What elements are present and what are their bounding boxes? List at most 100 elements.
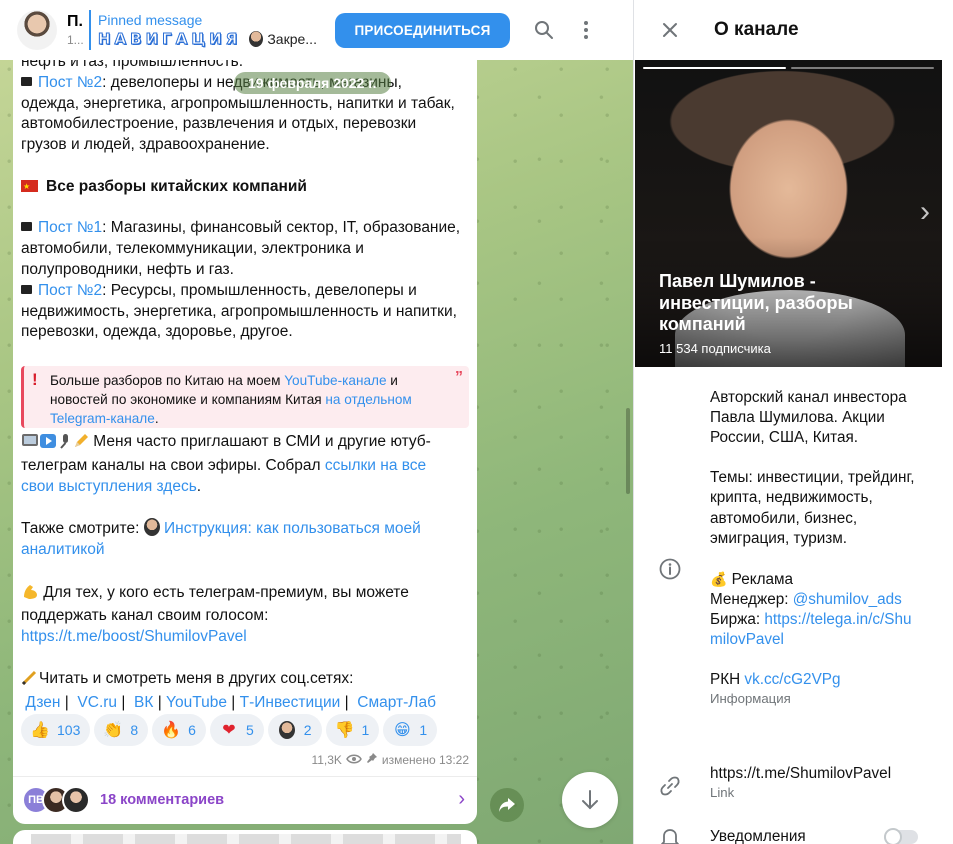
tv-icon	[21, 433, 39, 456]
scroll-down-button[interactable]	[562, 772, 618, 828]
youtube-channel-link[interactable]: YouTube-канале	[284, 373, 386, 388]
channel-full-name: Павел Шумилов - инвестиции, разборы комп…	[659, 271, 853, 334]
pinned-message[interactable]: Pinned message НАВИГАЦИЯ Закре...	[89, 10, 327, 50]
manager-line: Менеджер: @shumilov_ads	[710, 590, 920, 610]
reaction-clap[interactable]: 👏 8	[94, 714, 149, 746]
pinned-nav-text: НАВИГАЦИЯ	[98, 30, 242, 48]
share-icon	[499, 798, 515, 812]
close-icon[interactable]	[658, 18, 682, 42]
reaction-heart[interactable]: ❤ 5	[209, 714, 264, 746]
ads-label: Реклама	[727, 570, 794, 588]
square-icon	[21, 222, 32, 232]
reaction-count: 2	[303, 722, 312, 738]
separator: |	[157, 693, 162, 711]
search-icon[interactable]	[532, 18, 556, 42]
separator: |	[231, 693, 236, 711]
channel-link-row[interactable]: https://t.me/ShumilovPavel Link	[710, 765, 891, 800]
separator: |	[121, 693, 126, 711]
square-icon	[21, 76, 32, 86]
chevron-right-icon[interactable]: ›	[920, 195, 930, 229]
next-message-bubble	[13, 830, 477, 844]
channel-link-value: https://t.me/ShumilovPavel	[710, 765, 892, 782]
premium-text: Для тех, у кого есть телеграм-премиум, в…	[21, 583, 409, 625]
message-bubble: нефть и газ, промышленность. Пост №2: де…	[13, 40, 477, 824]
post2-link[interactable]: Пост №2	[38, 74, 102, 91]
exchange-label: Биржа:	[710, 611, 765, 629]
date-pill: 19 февраля 2022 г.	[234, 72, 391, 94]
thumbs-down-icon: 👎	[334, 722, 355, 739]
pinned-label: Pinned message	[98, 12, 203, 28]
subscribers-count: 11 534 подписчика	[659, 341, 771, 356]
edited-label: изменено 13:22	[381, 752, 469, 767]
link-icon	[658, 774, 682, 798]
chat-scrollbar[interactable]	[626, 408, 630, 494]
author-face-icon	[143, 518, 160, 537]
grin-icon: 😁	[394, 722, 411, 739]
photo-progress-segment	[791, 67, 934, 69]
rkn-label: РКН	[710, 671, 745, 689]
channel-info-panel: О канале › Павел Шумилов - инвестиции, р…	[633, 0, 953, 844]
china-post1-link[interactable]: Пост №1	[38, 219, 102, 236]
pinned-author-emoji	[249, 31, 264, 47]
social-text: Читать и смотреть меня в других соц.сетя…	[39, 669, 354, 687]
media-line: Меня часто приглашают в СМИ и другие юту…	[21, 432, 461, 497]
description-block-2: Темы: инвестиции, трейдинг, крипта, недв…	[710, 469, 915, 547]
pinned-preview: НАВИГАЦИЯ Закре...	[98, 30, 327, 48]
views-count: 11,3K	[311, 752, 342, 767]
channel-avatar[interactable]	[17, 10, 57, 50]
china-heading-line: Все разборы китайских компаний	[21, 177, 461, 198]
social-link-vk[interactable]: ВК	[134, 694, 153, 711]
message-text: нефть и газ, промышленность. Пост №2: де…	[21, 52, 461, 343]
reaction-count: 1	[419, 722, 428, 738]
more-icon[interactable]	[574, 18, 598, 42]
social-link-vc[interactable]: VC.ru	[77, 694, 117, 711]
thumbs-up-icon: 👍	[30, 722, 50, 739]
fire-icon: 🔥	[161, 722, 182, 739]
next-message-preview	[31, 834, 461, 844]
reaction-fire[interactable]: 🔥 6	[152, 714, 206, 746]
reaction-count: 8	[130, 722, 139, 738]
channel-photo[interactable]: › Павел Шумилов - инвестиции, разборы ко…	[635, 60, 942, 367]
manager-link[interactable]: @shumilov_ads	[793, 591, 902, 608]
social-link-tinvest[interactable]: Т-Инвестиции	[240, 694, 341, 711]
reaction-grin[interactable]: 😁 1	[383, 714, 438, 746]
pencil-icon	[73, 433, 89, 456]
rkn-link[interactable]: vk.cc/cG2VPg	[744, 671, 840, 688]
reaction-thumbs-down[interactable]: 👎 1	[325, 714, 380, 746]
separator: |	[344, 693, 349, 711]
reaction-count: 6	[188, 722, 196, 738]
author-face-icon	[276, 721, 298, 739]
join-button[interactable]: ПРИСОЕДИНИТЬСЯ	[335, 12, 510, 48]
share-button[interactable]	[490, 788, 524, 822]
message-meta: 11,3K изменено 13:22	[311, 752, 469, 767]
china-post2-link[interactable]: Пост №2	[38, 282, 102, 299]
china-post1-line: Пост №1: Магазины, финансовый сектор, IT…	[21, 218, 461, 280]
boost-link[interactable]: https://t.me/boost/ShumilovPavel	[21, 628, 247, 645]
money-bag-icon: 💰	[710, 570, 728, 587]
info-icon	[658, 557, 682, 581]
pin-icon	[366, 752, 378, 767]
notifications-label: Уведомления	[710, 828, 806, 844]
rkn-line: РКН vk.cc/cG2VPg	[710, 670, 920, 690]
comments-bar[interactable]: ПВ 18 комментариев ›	[13, 776, 477, 822]
reaction-thumbs-up[interactable]: 👍 103	[21, 714, 91, 746]
bell-icon	[658, 826, 682, 844]
also-text: Также смотрите:	[21, 520, 144, 538]
microphone-icon	[57, 433, 73, 456]
social-link-youtube[interactable]: YouTube	[166, 694, 227, 711]
channel-subtitle: 1...	[67, 33, 84, 47]
reaction-count: 5	[245, 722, 254, 738]
channel-title-block[interactable]: П. 1...	[67, 13, 87, 47]
photo-progress-segment	[643, 67, 786, 69]
pinned-text: Закре...	[267, 31, 317, 47]
social-link-smartlab[interactable]: Смарт-Лаб	[357, 694, 436, 711]
china-heading: Все разборы китайских компаний	[46, 177, 307, 195]
exclamation-icon: !	[32, 370, 38, 389]
ads-heading: 💰 Реклама	[710, 569, 920, 590]
notifications-toggle[interactable]	[884, 828, 918, 844]
reaction-author-face[interactable]: 2	[267, 714, 322, 746]
social-link-dzen[interactable]: Дзен	[25, 694, 60, 711]
channel-description: Авторский канал инвестора Павла Шумилова…	[710, 388, 920, 707]
exchange-line: Биржа: https://telega.in/c/ShumilovPavel	[710, 610, 920, 650]
chevron-right-icon: ›	[458, 788, 465, 810]
